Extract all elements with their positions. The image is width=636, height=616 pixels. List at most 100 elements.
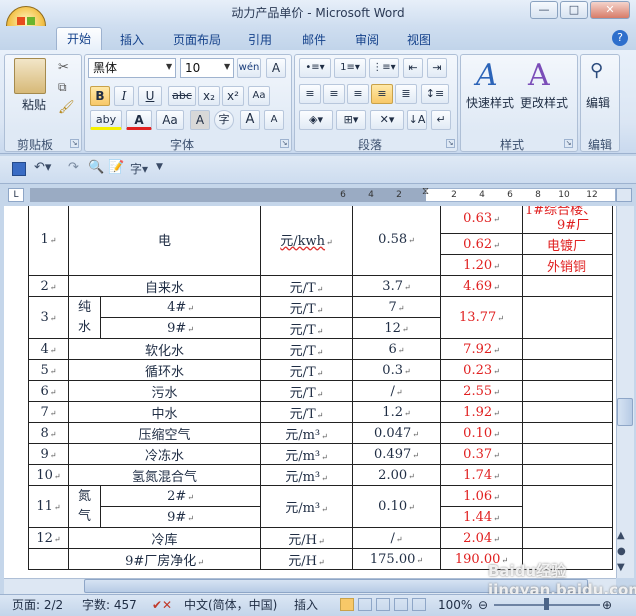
grow-font-button[interactable]: A — [240, 110, 260, 130]
font-name-dropdown-icon[interactable]: ▼ — [166, 62, 172, 71]
ruler-tick: 2 — [396, 190, 402, 200]
view-ruler-icon[interactable] — [616, 188, 632, 202]
distributed-icon[interactable]: ≣ — [395, 84, 417, 104]
editing-group-label: 编辑 — [587, 138, 612, 152]
line-spacing-icon[interactable]: ↕≡ — [421, 84, 449, 104]
item-name: 电 — [68, 206, 261, 276]
tab-selector-icon[interactable]: L — [8, 188, 24, 202]
tab-mailings[interactable]: 邮件 — [294, 30, 334, 50]
print-preview-icon[interactable]: 🔍 — [88, 160, 104, 175]
superscript-button[interactable]: x² — [222, 86, 244, 106]
font-group-label: 字体 — [169, 138, 194, 152]
vertical-scroll-thumb[interactable] — [617, 398, 633, 426]
align-left-icon[interactable]: ≡ — [299, 84, 321, 104]
font-launcher-icon[interactable]: ↘ — [280, 139, 289, 148]
bullets-icon[interactable]: •≡▾ — [299, 58, 331, 78]
tab-home[interactable]: 开始 — [56, 27, 102, 50]
reading-layout-icon[interactable] — [358, 598, 372, 611]
outline-icon[interactable] — [394, 598, 408, 611]
draft-icon[interactable] — [412, 598, 426, 611]
browse-object-icon[interactable]: ● — [617, 546, 626, 557]
case-button[interactable]: Aa — [156, 110, 184, 130]
char-shading-button[interactable]: A — [190, 110, 210, 130]
phonetic-guide-icon[interactable]: wén — [237, 58, 261, 78]
shrink-font-button[interactable]: A — [264, 110, 284, 130]
spell-check-icon[interactable]: 字▾ — [130, 160, 148, 177]
italic-button[interactable]: I — [114, 86, 134, 106]
status-words[interactable]: 字数: 457 — [82, 598, 137, 612]
copy-icon[interactable]: ⧉ — [58, 80, 67, 95]
zoom-out-icon[interactable]: ⊖ — [478, 598, 488, 612]
note-cell: 外销铜 — [522, 254, 613, 276]
status-insert-mode[interactable]: 插入 — [294, 598, 318, 612]
change-styles-button[interactable]: 更改样式 — [520, 94, 568, 111]
document-page[interactable]: 1↵ 电 元/kwh↵ 0.58↵ 0.63↵ 1#综合楼、 9#厂 0.62↵ … — [4, 206, 616, 578]
undo-icon[interactable]: ↶▾ — [34, 160, 51, 175]
customize-qat-icon[interactable]: ▼ — [156, 162, 163, 172]
borders-icon[interactable]: ⊞▾ — [336, 110, 366, 130]
table-row: 10↵ 氢氮混合气 元/m³↵ 2.00↵ 1.74↵ — [28, 464, 613, 486]
table-row: 8↵ 压缩空气 元/m³↵ 0.047↵ 0.10↵ — [28, 422, 613, 444]
tab-page-layout[interactable]: 页面布局 — [165, 30, 229, 50]
help-icon[interactable]: ? — [612, 30, 628, 46]
underline-button[interactable]: U — [138, 86, 162, 106]
maximize-button[interactable]: □ — [560, 1, 588, 19]
show-marks-icon[interactable]: ↵ — [431, 110, 451, 130]
vertical-scrollbar[interactable] — [616, 206, 634, 578]
paragraph-launcher-icon[interactable]: ↘ — [446, 139, 455, 148]
bold-button[interactable]: B — [90, 86, 110, 106]
print-layout-icon[interactable] — [340, 598, 354, 611]
clipboard-launcher-icon[interactable]: ↘ — [70, 139, 79, 148]
binoculars-icon[interactable]: ⚲ — [590, 60, 603, 81]
change-case-icon[interactable]: Aa — [248, 86, 270, 106]
status-language[interactable]: 中文(简体，中国) — [184, 598, 277, 612]
font-color-button[interactable]: A — [126, 110, 152, 130]
multilevel-list-icon[interactable]: ⋮≡▾ — [369, 58, 399, 78]
subscript-button[interactable]: x₂ — [198, 86, 220, 106]
tab-references[interactable]: 引用 — [240, 30, 280, 50]
format-painter-icon[interactable]: 🖌 — [58, 100, 75, 115]
decrease-indent-icon[interactable]: ⇤ — [403, 58, 423, 78]
zoom-in-icon[interactable]: ⊕ — [602, 598, 612, 612]
table-row: 5↵ 循环水 元/T↵ 0.3↵ 0.23↵ — [28, 359, 613, 381]
sort-icon[interactable]: ↓A — [407, 110, 427, 130]
prev-page-icon[interactable]: ▲ — [617, 530, 625, 541]
align-center-icon[interactable]: ≡ — [323, 84, 345, 104]
editing-button[interactable]: 编辑 — [586, 94, 610, 111]
status-zoom[interactable]: 100% — [438, 598, 472, 612]
status-page[interactable]: 页面: 2/2 — [12, 598, 63, 612]
increase-indent-icon[interactable]: ⇥ — [427, 58, 447, 78]
clear-format-icon[interactable]: A — [266, 58, 286, 78]
indent-marker-icon[interactable]: ⧖ — [422, 186, 429, 197]
change-styles-icon[interactable]: A — [528, 58, 550, 93]
justify-icon[interactable]: ≡ — [371, 84, 393, 104]
redo-icon[interactable]: ↷ — [68, 160, 79, 175]
cut-icon[interactable]: ✂ — [58, 60, 69, 75]
shading-icon[interactable]: ◈▾ — [299, 110, 333, 130]
new-doc-icon[interactable]: 📝 — [108, 160, 124, 175]
align-right-icon[interactable]: ≡ — [347, 84, 369, 104]
paste-button[interactable]: 粘贴 — [22, 96, 46, 113]
font-size-dropdown-icon[interactable]: ▼ — [224, 62, 230, 71]
web-layout-icon[interactable] — [376, 598, 390, 611]
styles-launcher-icon[interactable]: ↘ — [564, 139, 573, 148]
save-icon[interactable] — [12, 162, 26, 176]
enclose-char-button[interactable]: 字 — [214, 110, 234, 130]
table-row: 4↵ 软化水 元/T↵ 6↵ 7.92↵ — [28, 338, 613, 360]
highlight-button[interactable]: aby — [90, 110, 122, 130]
tab-view[interactable]: 视图 — [399, 30, 439, 50]
zoom-slider-handle[interactable] — [544, 598, 549, 610]
note-cell: 1#综合楼、 9#厂 — [522, 206, 613, 234]
minimize-button[interactable]: — — [530, 1, 558, 19]
tab-insert[interactable]: 插入 — [112, 30, 152, 50]
quick-styles-icon[interactable]: A — [476, 58, 498, 93]
numbering-icon[interactable]: 1≡▾ — [334, 58, 366, 78]
proofing-icon[interactable]: ✔✕ — [152, 598, 172, 612]
tab-review[interactable]: 审阅 — [347, 30, 387, 50]
paste-icon[interactable] — [14, 58, 46, 94]
quick-styles-button[interactable]: 快速样式 — [466, 94, 514, 111]
font-name-field[interactable]: 黑体 — [88, 58, 176, 78]
close-button[interactable]: ✕ — [590, 1, 630, 19]
asian-layout-icon[interactable]: ✕▾ — [370, 110, 404, 130]
strikethrough-button[interactable]: abc — [168, 86, 196, 106]
